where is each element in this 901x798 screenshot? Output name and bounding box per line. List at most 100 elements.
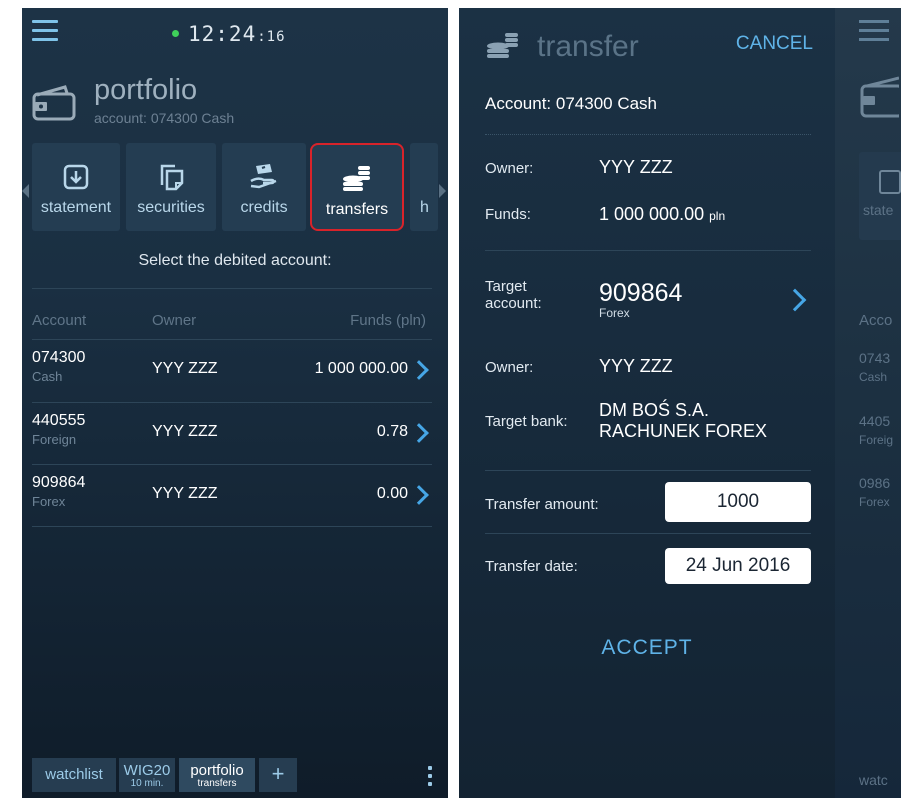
funds-label: Funds: xyxy=(485,206,531,223)
tile-statement[interactable]: state xyxy=(859,152,901,240)
table-row[interactable]: 074300 Cash YYY ZZZ 1 000 000.00 xyxy=(22,340,448,402)
header-owner: Owner xyxy=(152,312,197,329)
divider xyxy=(485,533,811,534)
function-tiles: statement securities credits transfers h xyxy=(22,141,448,239)
target-account-type: Forex xyxy=(599,306,630,320)
coins-stack-icon xyxy=(487,33,518,58)
account-type: Foreign xyxy=(32,432,77,447)
tab-watchlist[interactable]: watc xyxy=(859,772,888,788)
wallet-icon xyxy=(32,85,76,121)
account-number: 0743 xyxy=(859,350,891,366)
account-owner: YYY ZZZ xyxy=(152,423,218,440)
header-account: Account xyxy=(32,312,87,329)
tile-securities[interactable]: securities xyxy=(126,143,216,231)
menu-icon[interactable] xyxy=(859,20,889,47)
tab-watchlist[interactable]: watchlist xyxy=(32,758,116,792)
divider xyxy=(485,250,811,251)
header-account: Acco xyxy=(859,312,893,329)
tile-securities-label: securities xyxy=(137,199,205,216)
clock: 12:24:16 xyxy=(172,22,286,46)
tile-transfers[interactable]: transfers xyxy=(310,143,404,231)
account-type: Cash xyxy=(32,369,63,384)
account-number: 909864 xyxy=(32,474,86,491)
tile-statement[interactable]: statement xyxy=(32,143,120,231)
table-row[interactable]: 909864 Forex YYY ZZZ 0.00 xyxy=(22,465,448,527)
owner-label: Owner: xyxy=(485,160,534,177)
tile-credits[interactable]: credits xyxy=(222,143,306,231)
owner-value: YYY ZZZ xyxy=(599,157,673,177)
tab-portfolio-label: portfolio xyxy=(190,762,244,779)
scroll-left-arrow-icon[interactable] xyxy=(22,184,29,198)
credits-hand-icon xyxy=(250,164,277,189)
cancel-button[interactable]: CANCEL xyxy=(736,33,813,55)
funds-amount: 1 000 000.00 xyxy=(599,204,705,224)
divider xyxy=(32,288,432,289)
portfolio-title: portfolio xyxy=(94,74,198,106)
portfolio-account-subtitle: account: 074300 Cash xyxy=(94,110,235,126)
tile-statement-label: state xyxy=(863,202,894,218)
account-funds: 0.00 xyxy=(376,485,408,502)
more-options-icon[interactable] xyxy=(428,762,432,786)
tab-portfolio[interactable]: portfolio transfers xyxy=(179,758,255,792)
account-funds: 1 000 000.00 xyxy=(314,360,408,377)
divider xyxy=(485,134,811,135)
chevron-right-icon[interactable] xyxy=(409,423,429,443)
account-owner: YYY ZZZ xyxy=(152,360,218,377)
tab-wig20-label: WIG20 xyxy=(123,762,171,779)
online-status-dot xyxy=(172,30,179,37)
add-tab-button[interactable]: + xyxy=(259,758,297,792)
chevron-right-icon[interactable] xyxy=(409,360,429,380)
target-label-line1: Target xyxy=(485,278,527,295)
bank-line-1: DM BOŚ S.A. xyxy=(599,400,710,420)
account-number: 4405 xyxy=(859,413,891,429)
funds-value: 1 000 000.00 pln xyxy=(599,204,725,225)
account-type: Forex xyxy=(32,494,66,509)
target-bank-value: DM BOŚ S.A. RACHUNEK FOREX xyxy=(599,400,767,442)
divider xyxy=(32,526,432,527)
transfer-date-input[interactable]: 24 Jun 2016 xyxy=(665,548,811,584)
transfer-date-label: Transfer date: xyxy=(485,558,578,575)
owner2-value: YYY ZZZ xyxy=(599,356,673,376)
clock-seconds: :16 xyxy=(257,29,286,45)
account-type: Forex xyxy=(859,495,890,509)
target-account-label: Target account: xyxy=(485,278,542,312)
account-number: 074300 xyxy=(32,349,86,366)
transfer-amount-input[interactable]: 1000 xyxy=(665,482,811,522)
account-line: Account: 074300 Cash xyxy=(485,94,658,113)
portfolio-screen: 12:24:16 portfolio account: 074300 Cash … xyxy=(22,8,448,798)
tab-wig20[interactable]: WIG20 10 min. xyxy=(119,758,175,792)
next-screen-partial: state Acco 0743 Cash 4405 Foreig 0986 Fo… xyxy=(835,8,901,798)
tab-portfolio-sub: transfers xyxy=(197,778,237,789)
clock-time: 12:24 xyxy=(188,22,257,46)
header-funds: Funds (pln) xyxy=(350,312,426,329)
coins-stack-icon xyxy=(343,166,370,191)
account-number: 0986 xyxy=(859,475,891,491)
account-funds: 0.78 xyxy=(376,423,408,440)
target-bank-label: Target bank: xyxy=(485,413,568,430)
target-account-number[interactable]: 909864 xyxy=(599,279,682,308)
menu-icon[interactable] xyxy=(32,20,58,42)
tile-statement-label: statement xyxy=(40,199,112,216)
table-row[interactable]: 440555 Foreign YYY ZZZ 0.78 xyxy=(22,403,448,465)
chevron-right-icon[interactable] xyxy=(409,485,429,505)
tile-partial-label: h xyxy=(420,199,429,216)
bottom-tab-bar: watchlist WIG20 10 min. portfolio transf… xyxy=(22,756,448,798)
account-type: Foreig xyxy=(859,433,894,447)
divider xyxy=(485,470,811,471)
tab-wig20-sub: 10 min. xyxy=(130,778,164,789)
owner2-label: Owner: xyxy=(485,359,534,376)
securities-copy-icon xyxy=(160,164,184,191)
select-debited-account-label: Select the debited account: xyxy=(138,252,332,269)
statement-download-icon xyxy=(63,164,89,190)
scroll-right-arrow-icon[interactable] xyxy=(439,184,446,198)
tile-credits-label: credits xyxy=(240,199,288,216)
transfer-amount-label: Transfer amount: xyxy=(485,496,599,513)
transfer-title: transfer xyxy=(537,30,639,63)
tile-partial[interactable]: h xyxy=(410,143,438,231)
target-label-line2: account: xyxy=(485,295,542,312)
bank-line-2: RACHUNEK FOREX xyxy=(599,421,768,441)
chevron-right-icon[interactable] xyxy=(783,288,807,312)
accept-button[interactable]: ACCEPT xyxy=(459,636,835,660)
statement-download-icon xyxy=(879,170,901,194)
account-number: 440555 xyxy=(32,412,86,429)
